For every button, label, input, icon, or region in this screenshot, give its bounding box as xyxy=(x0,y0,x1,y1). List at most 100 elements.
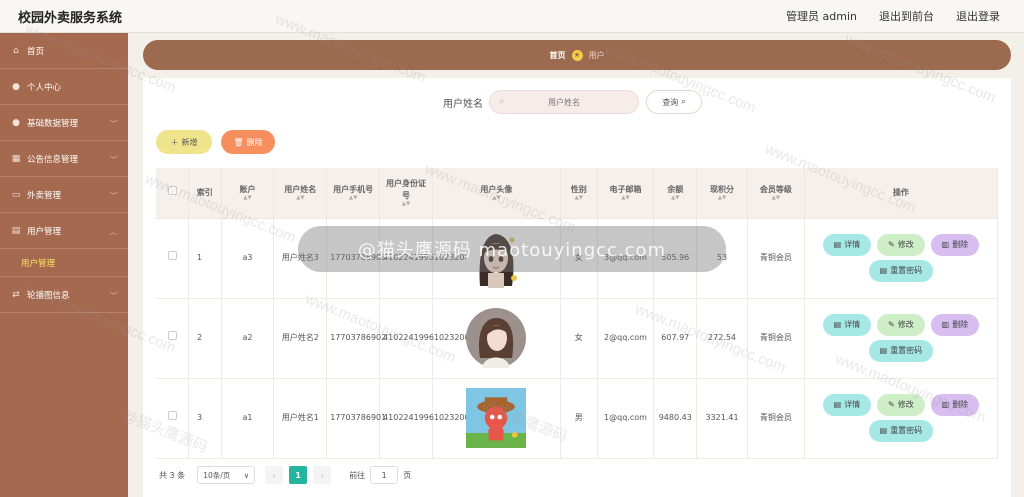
header-points[interactable]: 现积分 ▲▼ xyxy=(696,168,748,219)
total-count: 共 3 条 xyxy=(159,470,186,480)
next-page-button[interactable]: › xyxy=(313,466,332,484)
admin-user-label[interactable]: 管理员 admin xyxy=(786,8,857,24)
header-avatar[interactable]: 用户头像 ▲▼ xyxy=(432,168,561,219)
chevron-down-icon: ∨ xyxy=(243,470,250,480)
add-button[interactable]: ＋ 新增 xyxy=(156,130,212,154)
sidebar-item-label: 用户管理 xyxy=(27,226,62,237)
cell-index: 1 xyxy=(188,218,222,299)
row-select-cell[interactable] xyxy=(156,378,190,459)
grid-icon: ▦ xyxy=(11,153,21,164)
prev-page-button[interactable]: ‹ xyxy=(265,466,284,484)
row-checkbox[interactable] xyxy=(167,411,177,421)
sort-icon[interactable]: ▲▼ xyxy=(277,196,323,202)
edit-button[interactable]: ✎ 修改 xyxy=(876,394,925,416)
select-all-checkbox[interactable] xyxy=(167,186,177,196)
top-links: 管理员 admin 退出到前台 退出登录 xyxy=(786,8,1000,24)
sidebar-item-label: 基础数据管理 xyxy=(27,118,79,129)
row-select-cell[interactable] xyxy=(156,298,190,379)
doc-icon: ▤ xyxy=(879,265,888,275)
pagination: 共 3 条 10条/页 ∨ ‹ 1 › 前往 1 页 xyxy=(159,466,411,484)
header-level[interactable]: 会员等级 ▲▼ xyxy=(747,168,805,219)
sort-icon[interactable]: ▲▼ xyxy=(751,196,801,202)
sidebar-item-label: 公告信息管理 xyxy=(27,154,79,165)
header-phone[interactable]: 用户手机号 ▲▼ xyxy=(326,168,381,219)
page-number-current[interactable]: 1 xyxy=(289,466,308,484)
sidebar-item-carousel[interactable]: ⇄ 轮播图信息 ﹀ xyxy=(0,277,128,313)
edit-button[interactable]: ✎ 修改 xyxy=(876,314,925,336)
header-name[interactable]: 用户姓名 ▲▼ xyxy=(273,168,328,219)
reset-password-button[interactable]: ▤ 重置密码 xyxy=(868,420,933,442)
sidebar-subitem-user-manage[interactable]: 用户管理 xyxy=(0,249,128,277)
trash-icon: ▥ xyxy=(941,399,950,409)
sidebar-item-profile[interactable]: ● 个人中心 xyxy=(0,69,128,105)
row-checkbox[interactable] xyxy=(167,331,177,341)
search-bar: 用户姓名 ⌕ 查询 ⌕ xyxy=(443,90,702,114)
search-icon: ⌕ xyxy=(681,97,686,106)
trash-icon: ▥ xyxy=(941,239,950,249)
page-size-select[interactable]: 10条/页 ∨ xyxy=(197,466,256,484)
header-idcard[interactable]: 用户身份证号 ▲▼ xyxy=(379,168,433,219)
edit-button[interactable]: ✎ 修改 xyxy=(876,234,925,256)
sidebar-item-base-data[interactable]: ● 基础数据管理 ﹀ xyxy=(0,105,128,141)
query-button[interactable]: 查询 ⌕ xyxy=(646,90,702,114)
breadcrumb-home[interactable]: 首页 xyxy=(550,50,566,61)
cell-index: 2 xyxy=(188,298,222,379)
header-points-label: 现积分 xyxy=(710,184,735,194)
woman-portrait-avatar-icon[interactable] xyxy=(466,308,527,368)
table-header-row: 索引 账户 ▲▼ 用户姓名 ▲▼ 用户手机号 ▲▼ 用户身份证号 ▲▼ 用户头像 ▲▼ 性… xyxy=(156,168,999,219)
detail-label: 详情 xyxy=(844,239,861,249)
sort-icon[interactable]: ▲▼ xyxy=(225,196,271,202)
sort-icon[interactable]: ▲▼ xyxy=(657,196,693,202)
watermark-overlay: @猫头鹰源码 maotouyingcc.com xyxy=(298,226,726,272)
header-balance[interactable]: 余额 ▲▼ xyxy=(653,168,698,219)
breadcrumb: 首页 ★ 用户 xyxy=(143,40,1011,70)
cell-ops: ▤ 详情 ✎ 修改 ▥ 删除 ▤ 重置密码 xyxy=(804,298,999,379)
header-email[interactable]: 电子邮箱 ▲▼ xyxy=(597,168,655,219)
sort-icon[interactable]: ▲▼ xyxy=(601,196,651,202)
goto-label: 前往 xyxy=(349,470,366,480)
main-panel: 用户姓名 ⌕ 查询 ⌕ ＋ 新增 🗑 删除 索引 账户 ▲▼ 用户姓名 ▲▼ 用户手… xyxy=(143,78,1011,497)
sidebar-item-home[interactable]: ⌂ 首页 xyxy=(0,33,128,69)
sidebar-item-notices[interactable]: ▦ 公告信息管理 ﹀ xyxy=(0,141,128,177)
sidebar: ⌂ 首页 ● 个人中心 ● 基础数据管理 ﹀ ▦ 公告信息管理 ﹀ ▭ 外卖管理… xyxy=(0,33,128,497)
detail-button[interactable]: ▤ 详情 xyxy=(822,394,871,416)
cartoon-bear-avatar-icon[interactable] xyxy=(466,388,527,448)
trash-icon: ▥ xyxy=(941,319,950,329)
cell-phone: 17703786901 xyxy=(326,378,386,459)
sidebar-item-label: 外卖管理 xyxy=(27,190,62,201)
sidebar-item-takeout[interactable]: ▭ 外卖管理 ﹀ xyxy=(0,177,128,213)
chevron-down-icon: ﹀ xyxy=(110,292,117,300)
row-select-cell[interactable] xyxy=(156,218,190,299)
sort-icon[interactable]: ▲▼ xyxy=(700,196,744,202)
cell-email: 1@qq.com xyxy=(597,378,655,459)
row-checkbox[interactable] xyxy=(167,251,177,261)
cell-phone: 17703786902 xyxy=(326,298,386,379)
detail-button[interactable]: ▤ 详情 xyxy=(822,314,871,336)
sort-icon[interactable]: ▲▼ xyxy=(564,196,594,202)
header-account-label: 账户 xyxy=(239,184,256,194)
pencil-icon: ✎ xyxy=(888,319,895,329)
batch-delete-button[interactable]: 🗑 删除 xyxy=(221,130,275,154)
sidebar-item-users[interactable]: ▤ 用户管理 ︿ xyxy=(0,213,128,249)
delete-button[interactable]: ▥ 删除 xyxy=(930,394,979,416)
sort-icon[interactable]: ▲▼ xyxy=(383,202,429,208)
reset-password-button[interactable]: ▤ 重置密码 xyxy=(868,340,933,362)
header-account[interactable]: 账户 ▲▼ xyxy=(221,168,275,219)
delete-button[interactable]: ▥ 删除 xyxy=(930,234,979,256)
exit-to-front-link[interactable]: 退出到前台 xyxy=(879,8,934,24)
header-gender[interactable]: 性别 ▲▼ xyxy=(560,168,598,219)
cell-account: a1 xyxy=(221,378,275,459)
sort-icon[interactable]: ▲▼ xyxy=(330,196,376,202)
logout-link[interactable]: 退出登录 xyxy=(956,8,1000,24)
chevron-down-icon: ﹀ xyxy=(110,156,117,164)
username-search-input[interactable] xyxy=(490,97,638,107)
user-icon: ● xyxy=(12,81,20,92)
reset-password-button[interactable]: ▤ 重置密码 xyxy=(868,260,933,282)
sort-icon[interactable]: ▲▼ xyxy=(436,196,557,202)
goto-page-input[interactable]: 1 xyxy=(370,466,399,484)
select-all-cell[interactable] xyxy=(156,168,190,219)
delete-button[interactable]: ▥ 删除 xyxy=(930,314,979,336)
detail-button[interactable]: ▤ 详情 xyxy=(822,234,871,256)
cell-ops: ▤ 详情 ✎ 修改 ▥ 删除 ▤ 重置密码 xyxy=(804,218,999,299)
table-icon: ▤ xyxy=(11,225,21,236)
